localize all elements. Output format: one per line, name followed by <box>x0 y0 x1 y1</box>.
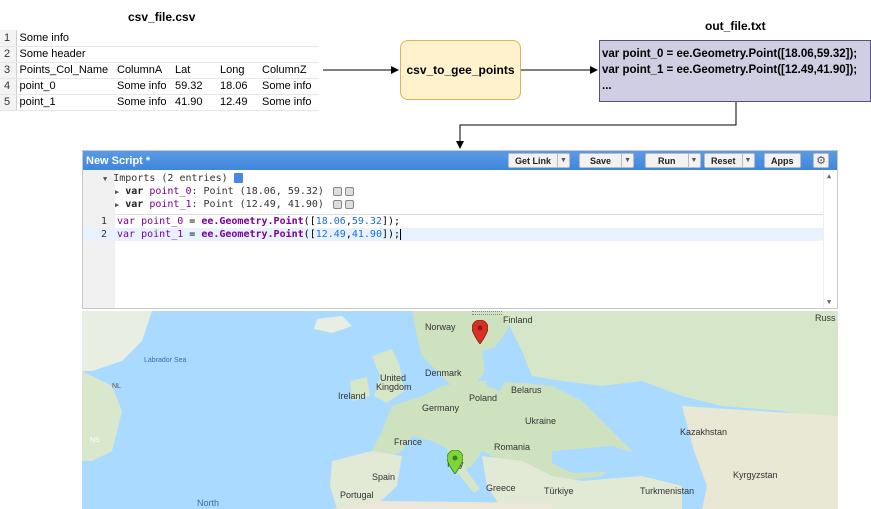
line-number: 1 <box>100 216 107 227</box>
import-entry[interactable]: ▶ var point_0: Point (18.06, 59.32) <box>103 185 354 198</box>
get-link-label: Get Link <box>515 155 552 166</box>
code-punct: ([ <box>303 216 316 227</box>
map-label: Turkmenistan <box>640 486 695 496</box>
map-label: Portugal <box>340 490 374 500</box>
imports-section: ▼ Imports (2 entries) ▶ var point_0: Poi… <box>103 172 354 211</box>
doc-icon[interactable] <box>233 173 243 183</box>
map-label: Greece <box>486 483 516 493</box>
code-punct: ([ <box>303 229 316 240</box>
import-detail: : Point (12.49, 41.90) <box>191 199 324 210</box>
marker-point-1-icon[interactable] <box>447 450 463 474</box>
import-entry[interactable]: ▶ var point_1: Point (12.49, 41.90) <box>103 198 354 211</box>
run-label: Run <box>658 155 676 166</box>
code-function: ee.Geometry.Point <box>201 216 304 227</box>
get-link-button[interactable]: Get Link ▼ <box>508 153 571 168</box>
map-label: Kingdom <box>376 382 412 392</box>
chevron-down-icon[interactable]: ▼ <box>687 154 700 167</box>
editor-header: New Script * Get Link ▼ Save ▼ Run ▼ Res… <box>83 151 837 170</box>
chevron-down-icon[interactable]: ▼ <box>621 154 633 167</box>
chevron-down-icon[interactable]: ▼ <box>741 154 754 167</box>
code-line-active[interactable]: 2 var point_1 = ee.Geometry.Point([12.49,… <box>83 228 823 241</box>
gear-icon[interactable]: ⚙ <box>813 153 829 168</box>
apps-button[interactable]: Apps <box>764 153 801 168</box>
code-function: ee.Geometry.Point <box>201 229 304 240</box>
code-number: 18.06 <box>315 216 346 227</box>
code-punct: ]); <box>381 216 401 227</box>
code-keyword: var <box>117 229 136 240</box>
code-number: 41.90 <box>351 229 382 240</box>
code-var: point_1 <box>141 229 184 240</box>
map-label: Finland <box>503 315 533 325</box>
delete-icon[interactable] <box>344 199 354 209</box>
expand-icon[interactable]: ▶ <box>115 188 119 196</box>
map-label: Türkiye <box>544 486 574 496</box>
text-cursor <box>400 228 402 240</box>
map-label: Poland <box>469 393 498 403</box>
map-label: Belarus <box>511 385 542 395</box>
map-view[interactable]: Norway Finland Russ Labrador Sea NL Unit… <box>82 311 838 509</box>
map-label: Germany <box>422 403 460 413</box>
run-button[interactable]: Run ▼ <box>645 153 701 168</box>
resize-handle[interactable] <box>472 311 502 315</box>
map-label: NS <box>90 437 100 444</box>
import-name: point_0 <box>149 186 192 197</box>
arrow-output-to-editor <box>456 102 737 149</box>
map-label: France <box>394 437 423 447</box>
code-op: = <box>183 229 202 240</box>
code-keyword: var <box>117 216 136 227</box>
map-label: North <box>197 498 220 508</box>
map-label: Norway <box>425 322 456 332</box>
map-label: Kazakhstan <box>680 427 728 437</box>
map-label: Spain <box>372 472 396 482</box>
settings-icon[interactable] <box>332 199 342 209</box>
map-label: Ireland <box>338 391 366 401</box>
save-button[interactable]: Save ▼ <box>579 153 635 168</box>
marker-point-0-icon[interactable] <box>472 320 488 344</box>
map-label: Denmark <box>425 368 462 378</box>
expand-icon[interactable]: ▶ <box>115 201 119 209</box>
save-label: Save <box>590 155 612 166</box>
editor-body[interactable]: ▼ Imports (2 entries) ▶ var point_0: Poi… <box>83 170 837 308</box>
imports-header[interactable]: Imports (2 entries) <box>113 173 227 184</box>
chevron-down-icon[interactable]: ▼ <box>557 154 569 167</box>
map-label: NL <box>112 383 121 390</box>
script-title: New Script * <box>86 154 151 167</box>
code-number: 12.49 <box>315 229 346 240</box>
reset-button[interactable]: Reset ▼ <box>704 153 755 168</box>
reset-label: Reset <box>711 155 736 166</box>
import-keyword: var <box>125 199 144 210</box>
editor-scrollbar[interactable]: ▲ ▼ <box>823 170 837 308</box>
import-name: point_1 <box>149 199 192 210</box>
code-punct: ]); <box>381 229 401 240</box>
code-line[interactable]: 1 var point_0 = ee.Geometry.Point([18.06,… <box>83 215 823 228</box>
map-label: Russ <box>815 313 836 323</box>
map-label: Romania <box>494 442 531 452</box>
code-editor-panel: New Script * Get Link ▼ Save ▼ Run ▼ Res… <box>82 150 838 309</box>
import-detail: : Point (18.06, 59.32) <box>191 186 324 197</box>
code-op: = <box>183 216 202 227</box>
map-label: Ukraine <box>525 416 557 426</box>
apps-label: Apps <box>771 155 794 166</box>
scroll-up-icon[interactable]: ▲ <box>827 172 831 180</box>
line-number: 2 <box>100 229 107 240</box>
settings-icon[interactable] <box>332 186 342 196</box>
import-keyword: var <box>125 186 144 197</box>
code-number: 59.32 <box>351 216 382 227</box>
delete-icon[interactable] <box>344 186 354 196</box>
map-land <box>82 311 838 509</box>
scroll-down-icon[interactable]: ▼ <box>827 298 831 306</box>
map-label: Labrador Sea <box>144 357 187 364</box>
diagram-arrows <box>323 66 737 149</box>
collapse-icon[interactable]: ▼ <box>103 175 107 183</box>
map-label: Kyrgyzstan <box>733 470 778 480</box>
code-var: point_0 <box>141 216 184 227</box>
